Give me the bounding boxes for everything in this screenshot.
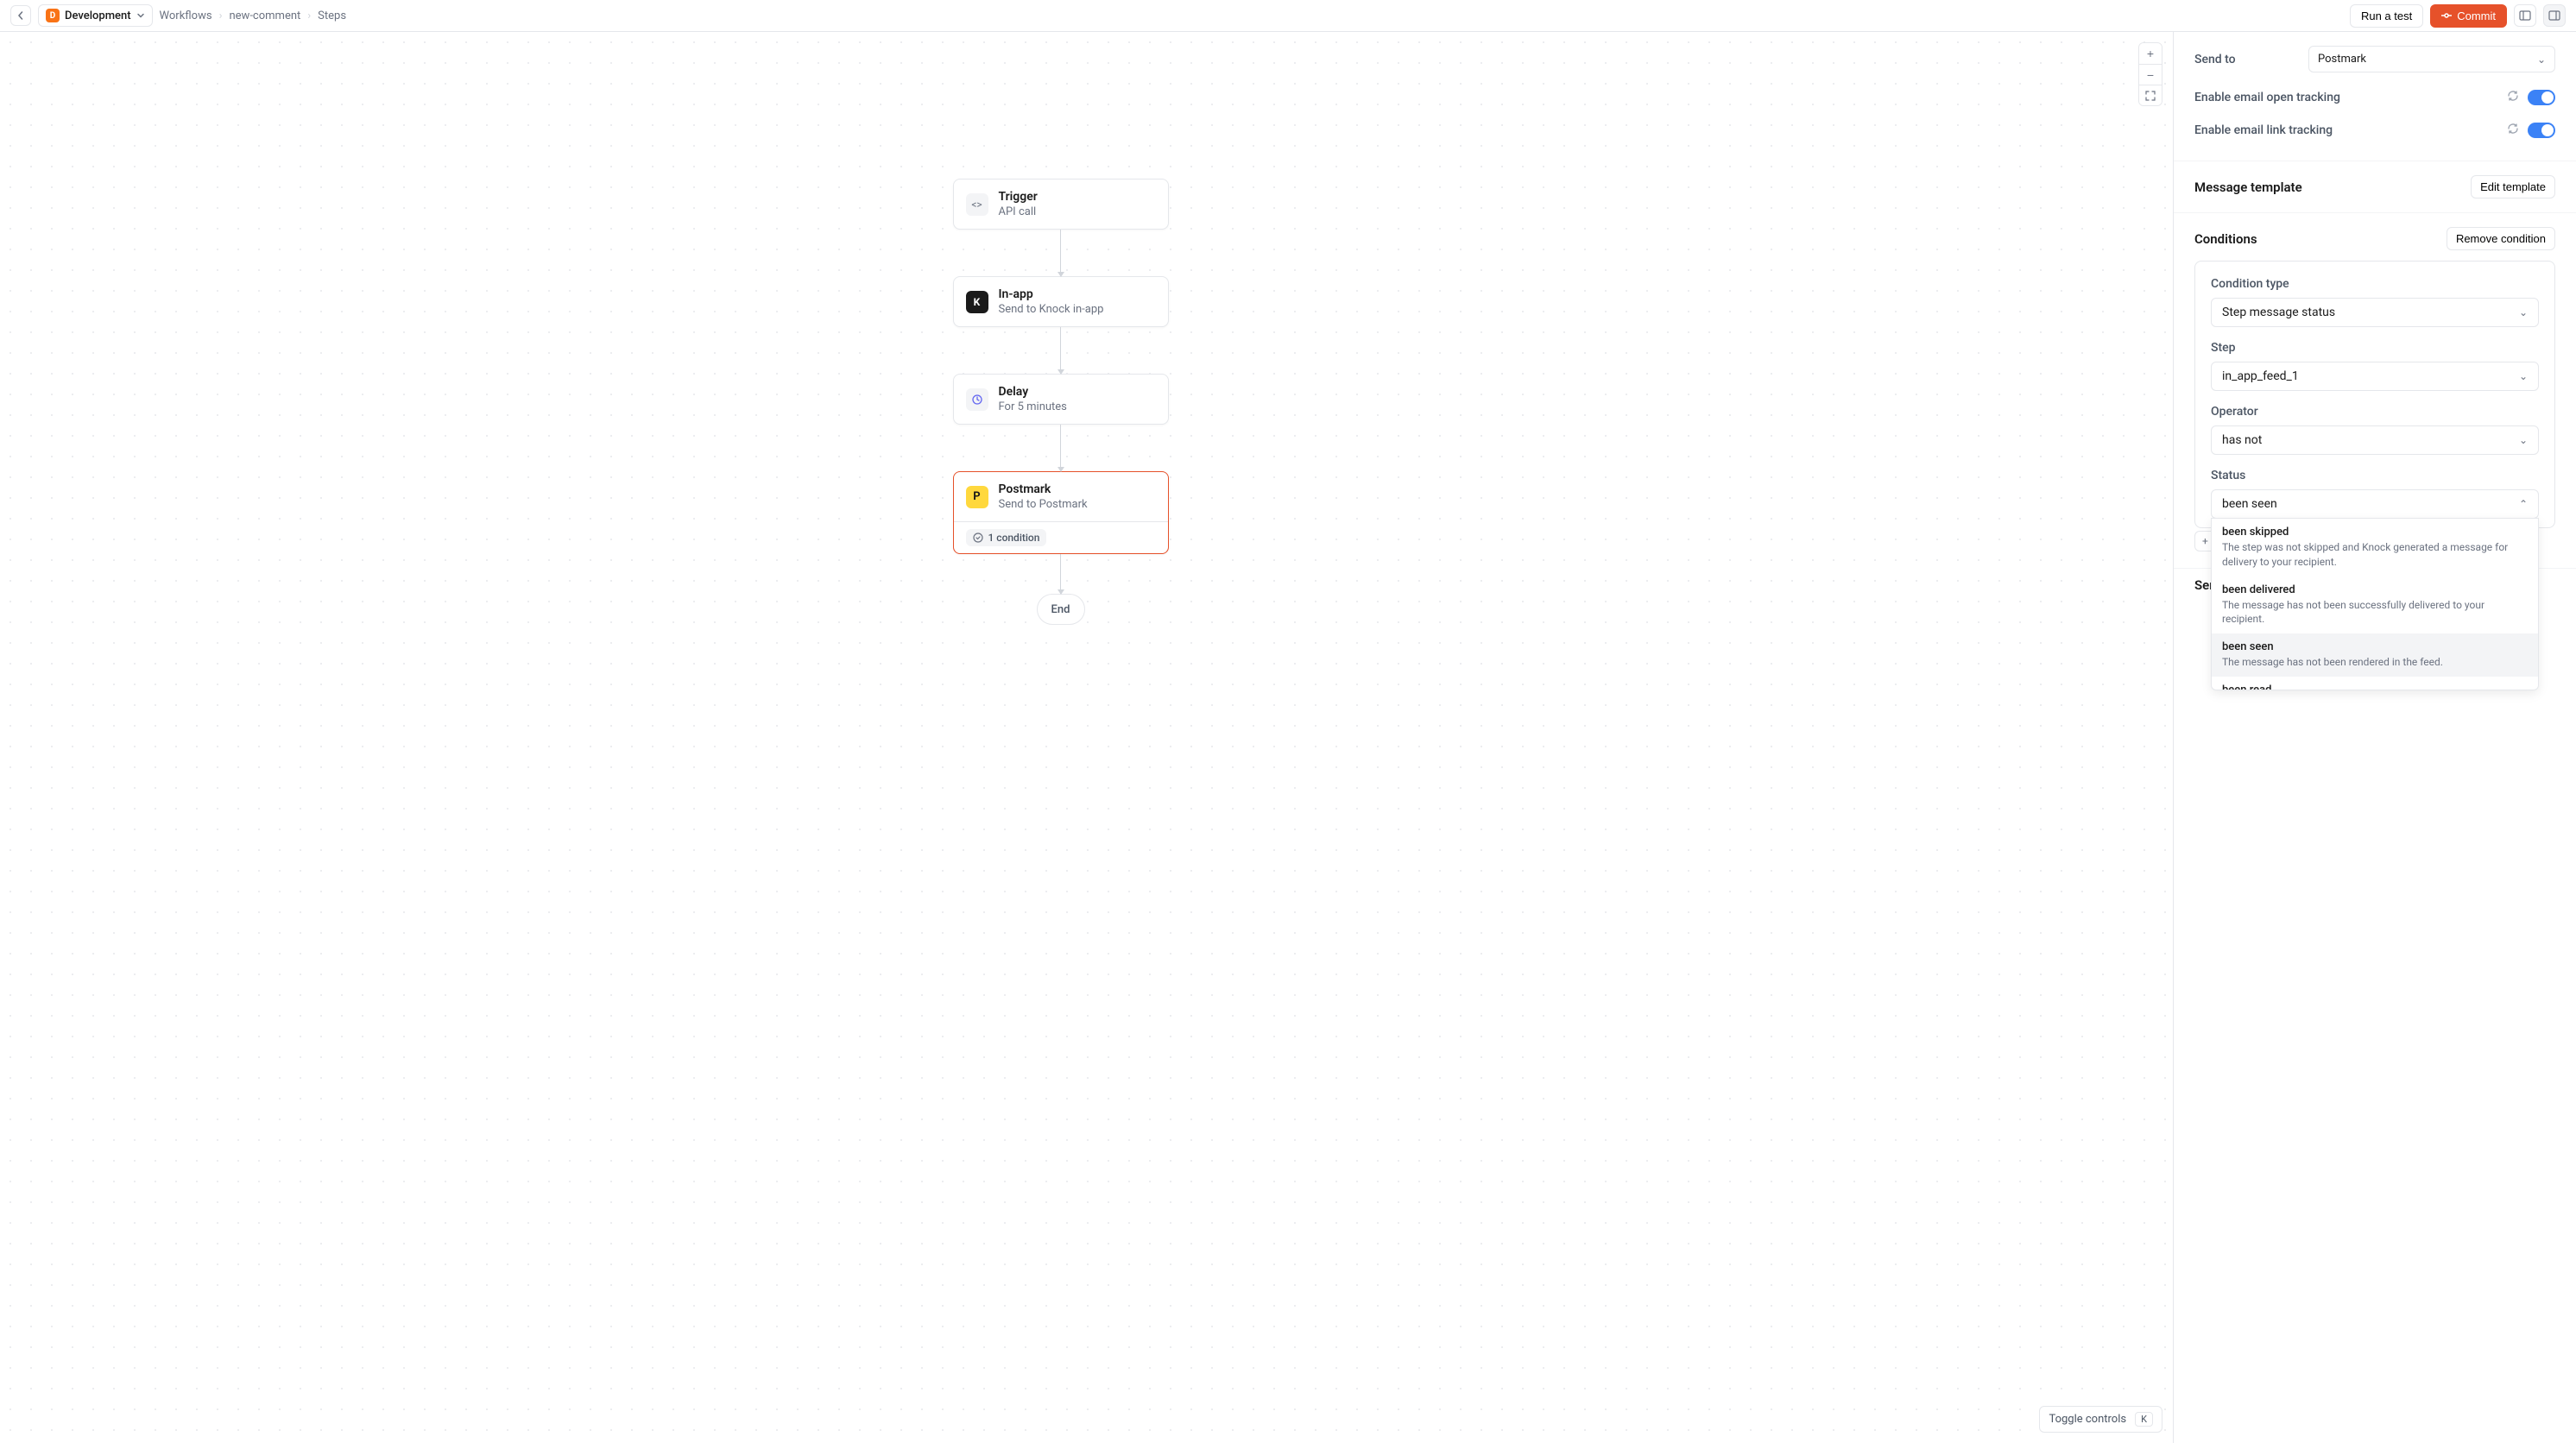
knock-icon: K	[966, 291, 988, 313]
toggle-controls-button[interactable]: Toggle controls K	[2039, 1406, 2162, 1433]
sync-icon[interactable]	[2507, 123, 2519, 138]
panel-left-icon	[2519, 9, 2531, 22]
status-option[interactable]: been delivered The message has not been …	[2212, 577, 2538, 634]
node-subtitle: For 5 minutes	[999, 400, 1067, 413]
run-test-button[interactable]: Run a test	[2350, 4, 2423, 28]
breadcrumb-item[interactable]: new-comment	[229, 9, 300, 22]
condition-badge: 1 condition	[966, 529, 1047, 546]
remove-condition-button[interactable]: Remove condition	[2447, 227, 2555, 250]
chevron-left-icon	[16, 10, 26, 21]
workflow-canvas[interactable]: + − <> Trigger API call	[0, 32, 2173, 1443]
app-header: D Development Workflows › new-comment › …	[0, 0, 2576, 32]
status-option[interactable]: been skipped The step was not skipped an…	[2212, 519, 2538, 577]
node-title: In-app	[999, 287, 1104, 301]
properties-panel: Send to Postmark ⌄ Enable email open tra…	[2173, 32, 2576, 1443]
panel-right-icon	[2548, 9, 2560, 22]
chevron-down-icon: ⌄	[2537, 54, 2546, 66]
node-in-app[interactable]: K In-app Send to Knock in-app	[953, 276, 1169, 327]
back-button[interactable]	[10, 5, 31, 26]
status-select[interactable]: been seen ⌃ been skipped The step was no…	[2211, 489, 2539, 519]
breadcrumb-item[interactable]: Steps	[318, 9, 346, 22]
code-icon: <>	[966, 193, 988, 216]
status-option[interactable]: been read	[2212, 677, 2538, 690]
step-select[interactable]: in_app_feed_1 ⌄	[2211, 362, 2539, 391]
environment-selector[interactable]: D Development	[38, 4, 153, 27]
postmark-icon: P	[966, 486, 988, 508]
node-title: Postmark	[999, 482, 1088, 496]
send-to-label: Send to	[2194, 53, 2236, 66]
left-panel-toggle[interactable]	[2514, 4, 2536, 27]
condition-type-select[interactable]: Step message status ⌄	[2211, 298, 2539, 327]
open-tracking-label: Enable email open tracking	[2194, 91, 2340, 104]
condition-card: Condition type Step message status ⌄ Ste…	[2194, 261, 2555, 528]
zoom-controls: + −	[2138, 42, 2162, 106]
zoom-fit-button[interactable]	[2139, 85, 2162, 105]
env-label: Development	[65, 9, 131, 22]
node-subtitle: API call	[999, 205, 1038, 218]
flow-connector	[1060, 554, 1061, 594]
chevron-down-icon	[136, 11, 145, 20]
flow-connector	[1060, 327, 1061, 374]
node-postmark[interactable]: P Postmark Send to Postmark 1 condition	[953, 471, 1169, 554]
node-title: Trigger	[999, 190, 1038, 204]
node-delay[interactable]: Delay For 5 minutes	[953, 374, 1169, 425]
send-to-select[interactable]: Postmark ⌄	[2308, 46, 2555, 72]
operator-select[interactable]: has not ⌄	[2211, 425, 2539, 455]
link-tracking-toggle[interactable]	[2528, 123, 2555, 138]
chevron-down-icon: ⌄	[2519, 434, 2528, 446]
zoom-in-button[interactable]: +	[2139, 43, 2162, 64]
status-dropdown: been skipped The step was not skipped an…	[2211, 518, 2539, 690]
chevron-up-icon: ⌃	[2519, 498, 2528, 510]
chevron-down-icon: ⌄	[2519, 306, 2528, 318]
node-subtitle: Send to Postmark	[999, 498, 1088, 511]
operator-label: Operator	[2211, 405, 2539, 419]
key-badge: K	[2135, 1412, 2153, 1427]
check-circle-icon	[973, 532, 983, 543]
chevron-right-icon: ›	[307, 9, 311, 22]
env-badge-icon: D	[46, 9, 60, 22]
end-node: End	[1037, 594, 1085, 625]
status-option[interactable]: been seen The message has not been rende…	[2212, 633, 2538, 677]
open-tracking-toggle[interactable]	[2528, 90, 2555, 105]
commit-icon	[2441, 10, 2452, 21]
chevron-down-icon: ⌄	[2519, 370, 2528, 382]
commit-button[interactable]: Commit	[2430, 4, 2507, 28]
edit-template-button[interactable]: Edit template	[2471, 175, 2555, 198]
node-subtitle: Send to Knock in-app	[999, 303, 1104, 316]
zoom-out-button[interactable]: −	[2139, 64, 2162, 85]
conditions-title: Conditions	[2194, 231, 2257, 247]
right-panel-toggle[interactable]	[2543, 4, 2566, 27]
breadcrumb-item[interactable]: Workflows	[160, 9, 212, 22]
chevron-right-icon: ›	[219, 9, 223, 22]
status-label: Status	[2211, 469, 2539, 482]
breadcrumb: Workflows › new-comment › Steps	[160, 9, 347, 22]
node-title: Delay	[999, 385, 1067, 399]
clock-icon	[966, 388, 988, 411]
condition-type-label: Condition type	[2211, 277, 2539, 291]
step-label: Step	[2211, 341, 2539, 355]
message-template-title: Message template	[2194, 180, 2302, 195]
link-tracking-label: Enable email link tracking	[2194, 123, 2333, 137]
node-trigger[interactable]: <> Trigger API call	[953, 179, 1169, 230]
sync-icon[interactable]	[2507, 90, 2519, 105]
flow-connector	[1060, 230, 1061, 276]
fullscreen-icon	[2145, 91, 2156, 101]
flow-connector	[1060, 425, 1061, 471]
